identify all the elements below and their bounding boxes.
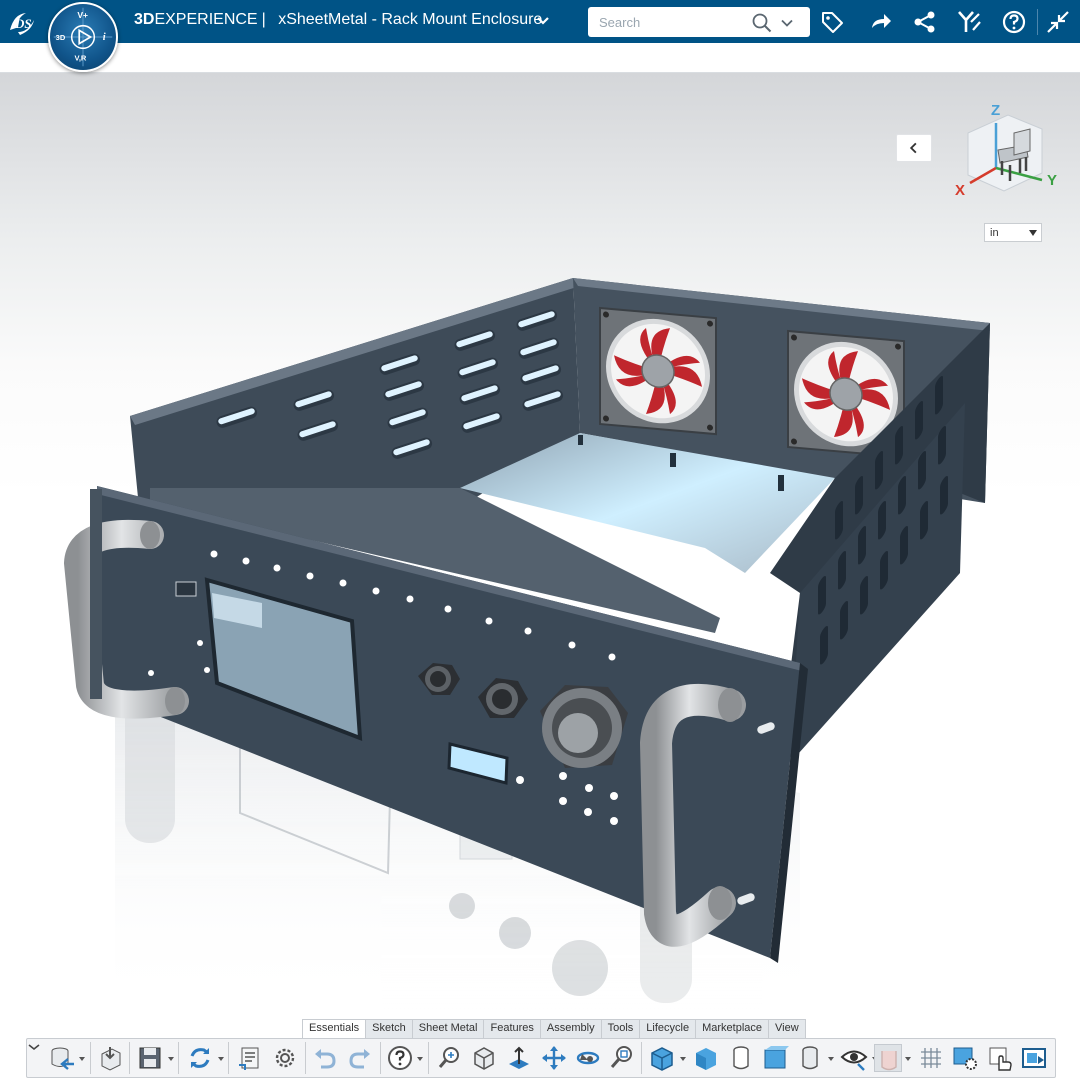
data-store-caret-icon[interactable]: [79, 1057, 85, 1061]
hand-tool-icon[interactable]: [986, 1044, 1014, 1072]
brand-rest: EXPERIENCE: [154, 11, 258, 28]
compass-icon: V+ 3D i V,R: [53, 7, 113, 67]
search-icon[interactable]: [751, 12, 773, 34]
search-options-chevron-icon[interactable]: [780, 16, 794, 30]
help-icon[interactable]: [386, 1044, 414, 1072]
compass-widget[interactable]: V+ 3D i V,R: [48, 2, 118, 72]
panel-collapse-button[interactable]: [896, 134, 932, 162]
view-cube-compass[interactable]: Z X Y: [950, 93, 1065, 203]
app-title[interactable]: xSheetMetal - Rack Mount Enclosure: [278, 11, 542, 28]
grid-icon[interactable]: [917, 1044, 945, 1072]
screenshot-icon[interactable]: [1020, 1044, 1048, 1072]
tab-features[interactable]: Features: [483, 1019, 541, 1038]
action-bar-expand-icon[interactable]: [26, 1038, 42, 1078]
toolbar-separator: [380, 1042, 381, 1074]
apps-compass-icon[interactable]: [955, 8, 983, 36]
view-orientation-icon[interactable]: [470, 1044, 498, 1072]
compass-label-bottom: V,R: [75, 54, 87, 63]
top-bar: DS 3DEXPERIENCE | xSheetMetal - Rack Moun…: [0, 0, 1080, 43]
redo-icon[interactable]: [346, 1044, 374, 1072]
shaded-icon[interactable]: [692, 1044, 720, 1072]
chevron-down-icon[interactable]: [535, 13, 551, 29]
axis-z-label: Z: [991, 102, 1000, 119]
toolbar-separator: [428, 1042, 429, 1074]
transparency-caret-icon[interactable]: [905, 1057, 911, 1061]
undo-icon[interactable]: [311, 1044, 339, 1072]
tab-essentials[interactable]: Essentials: [302, 1019, 367, 1038]
tab-tools[interactable]: Tools: [600, 1019, 641, 1038]
properties-icon[interactable]: [236, 1044, 264, 1072]
axis-y-label: Y: [1047, 172, 1057, 189]
unit-dropdown-arrow-icon: [1029, 230, 1037, 236]
collapse-window-icon[interactable]: [1044, 8, 1072, 36]
search-box[interactable]: [588, 7, 810, 37]
compass-label-top: V+: [77, 10, 88, 20]
dassault-logo-icon[interactable]: DS: [6, 8, 40, 38]
toolbar-separator: [129, 1042, 130, 1074]
refresh-caret-icon[interactable]: [218, 1057, 224, 1061]
unit-value: in: [990, 227, 999, 239]
svg-text:DS: DS: [14, 16, 32, 31]
shaded-faces-icon[interactable]: [761, 1044, 789, 1072]
brand-separator: |: [261, 11, 266, 28]
pan-icon[interactable]: [540, 1044, 568, 1072]
transparency-icon[interactable]: [874, 1044, 902, 1072]
tab-sheet-metal[interactable]: Sheet Metal: [411, 1019, 485, 1038]
tab-assembly[interactable]: Assembly: [539, 1019, 602, 1038]
tab-marketplace[interactable]: Marketplace: [695, 1019, 769, 1038]
hidden-lines-icon[interactable]: [796, 1044, 824, 1072]
compass-label-right: i: [103, 32, 106, 43]
3d-viewport[interactable]: Z X Y in: [0, 73, 1080, 1013]
toolbar-separator: [178, 1042, 179, 1074]
tab-sketch[interactable]: Sketch: [365, 1019, 413, 1038]
rotate-icon[interactable]: [574, 1044, 602, 1072]
toolbar-separator: [305, 1042, 306, 1074]
brand-title: 3DEXPERIENCE | xSheetMetal - Rack Mount E…: [134, 11, 542, 29]
import-icon[interactable]: [96, 1044, 124, 1072]
help-caret-icon[interactable]: [417, 1057, 423, 1061]
action-bar-tabs: Essentials Sketch Sheet Metal Features A…: [302, 1019, 806, 1038]
header-divider: [1037, 9, 1038, 35]
render-caret-icon[interactable]: [828, 1057, 834, 1061]
settings-gear-icon[interactable]: [271, 1044, 299, 1072]
display-style-caret-icon[interactable]: [680, 1057, 686, 1061]
rack-enclosure-model[interactable]: [0, 73, 1080, 1013]
axis-x-label: X: [955, 182, 965, 199]
tab-lifecycle[interactable]: Lifecycle: [639, 1019, 697, 1038]
zoom-fit-icon[interactable]: [436, 1044, 464, 1072]
fan-left: [598, 306, 718, 436]
switch-cutout: [175, 581, 197, 597]
refresh-icon[interactable]: [186, 1044, 214, 1072]
help-icon[interactable]: [1000, 8, 1028, 36]
tag-icon[interactable]: [818, 8, 846, 36]
shaded-with-edges-icon[interactable]: [648, 1044, 676, 1072]
brand-bold: 3D: [134, 11, 155, 28]
share-arrow-icon[interactable]: [867, 8, 895, 36]
sub-bar: [0, 43, 1080, 73]
toolbar-separator: [641, 1042, 642, 1074]
save-icon[interactable]: [136, 1044, 164, 1072]
render-settings-icon[interactable]: [951, 1044, 979, 1072]
chevron-left-icon: [909, 142, 917, 154]
unit-select[interactable]: in: [984, 223, 1042, 242]
normal-to-icon[interactable]: [505, 1044, 533, 1072]
tab-view[interactable]: View: [768, 1019, 806, 1038]
save-caret-icon[interactable]: [168, 1057, 174, 1061]
toolbar-separator: [228, 1042, 229, 1074]
zoom-area-icon[interactable]: [608, 1044, 636, 1072]
search-input[interactable]: [588, 7, 748, 37]
data-store-icon[interactable]: [48, 1044, 76, 1072]
compass-label-left: 3D: [56, 33, 66, 42]
toolbar-separator: [90, 1042, 91, 1074]
visibility-eye-icon[interactable]: [840, 1044, 868, 1072]
social-network-icon[interactable]: [911, 8, 939, 36]
wireframe-icon[interactable]: [727, 1044, 755, 1072]
